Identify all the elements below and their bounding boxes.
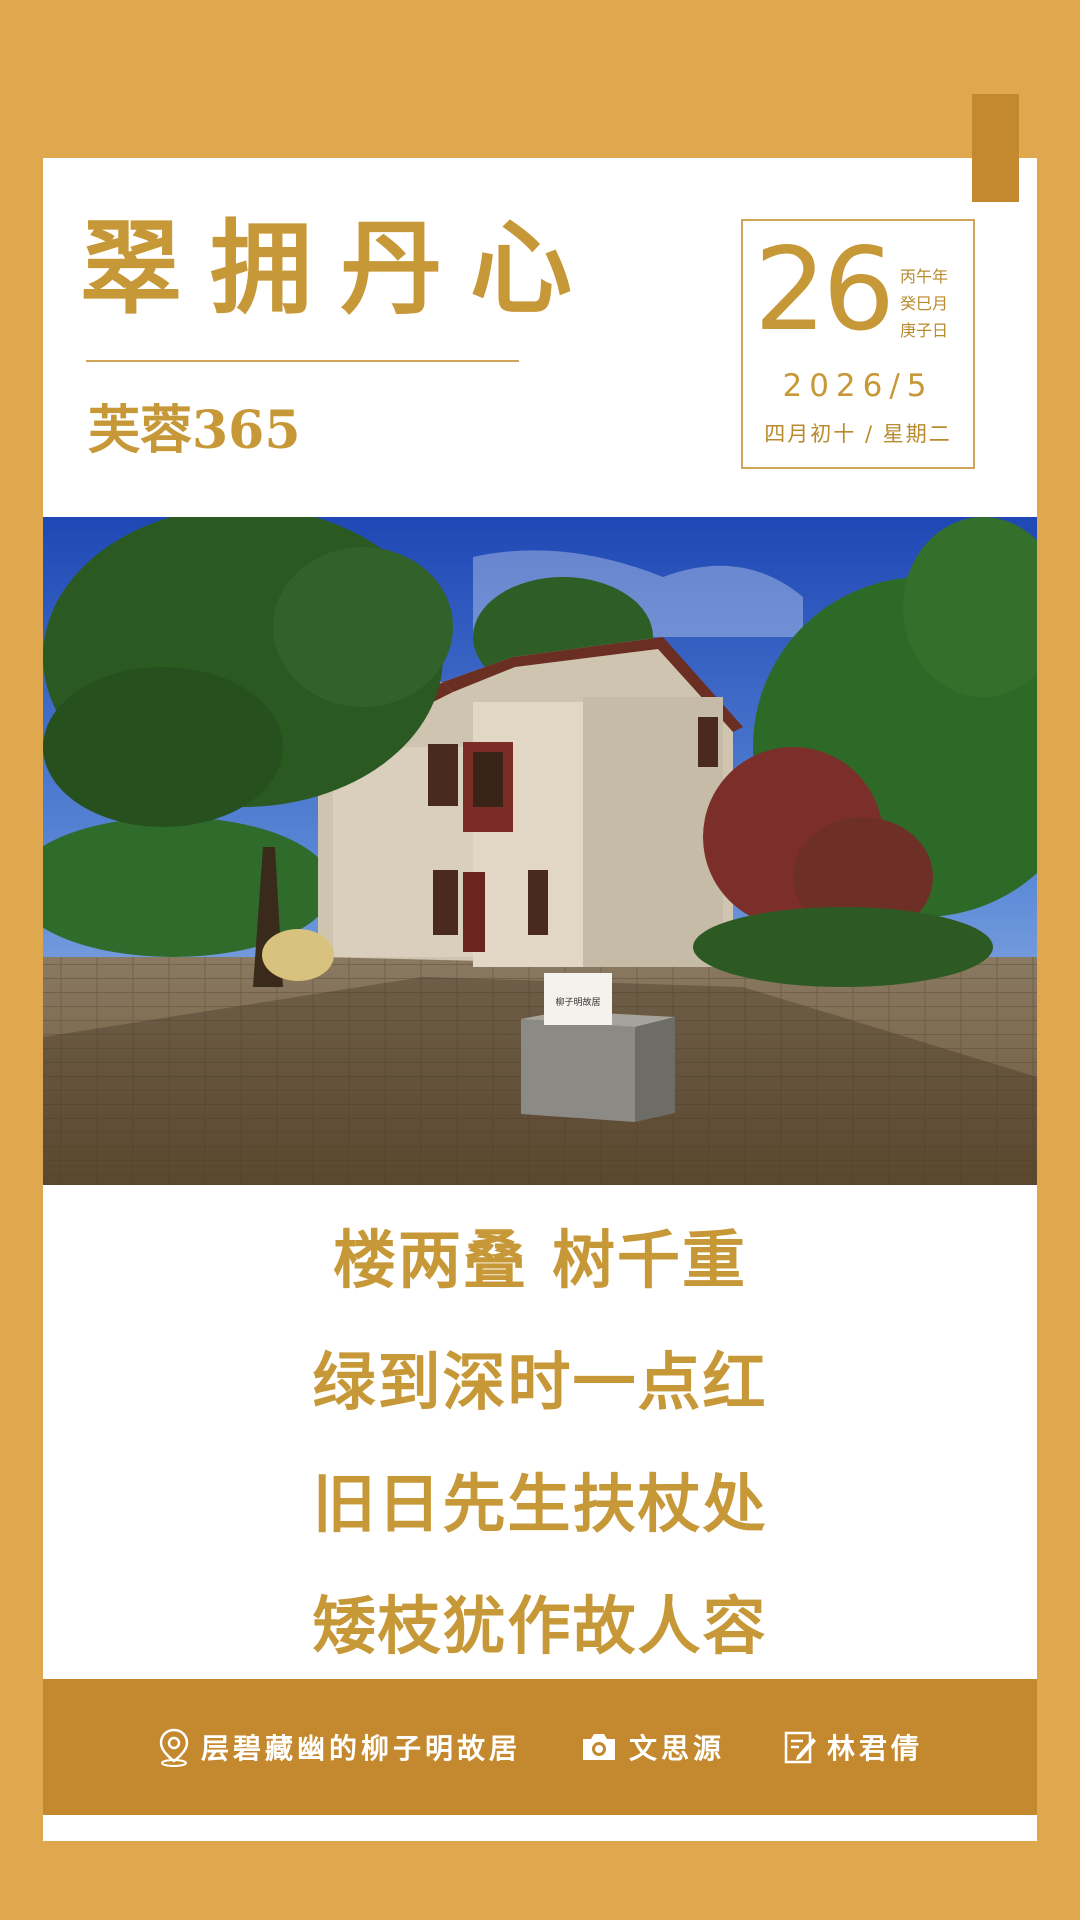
- poem-line-3: 旧日先生扶杖处: [312, 1467, 768, 1541]
- location-credit: 层碧藏幽的柳子明故居: [157, 1727, 521, 1767]
- calendar-lunar-weekday: 四月初十 / 星期二: [764, 422, 952, 446]
- photographer-credit: 文思源: [579, 1727, 725, 1767]
- location-text: 层碧藏幽的柳子明故居: [200, 1732, 521, 1765]
- poem-line-2: 绿到深时一点红: [312, 1345, 768, 1419]
- calendar-year-month: 2026/5: [782, 368, 934, 404]
- calendar-ganzhi: 丙午年 癸巳月 庚子日: [900, 263, 948, 344]
- poem: 楼两叠 树千重 绿到深时一点红 旧日先生扶杖处 矮枝犹作故人容: [43, 1210, 1037, 1698]
- ganzhi-day: 庚子日: [900, 321, 949, 340]
- plaque-text: 柳子明故居: [555, 996, 600, 1008]
- house-photo: 柳子明故居: [43, 517, 1037, 1185]
- page-title: 翠拥丹心: [80, 209, 600, 329]
- photographer-text: 文思源: [628, 1732, 725, 1765]
- title-divider: [86, 360, 519, 362]
- author-text: 林君倩: [827, 1732, 924, 1765]
- bookmark-ribbon: [972, 94, 1019, 202]
- camera-icon: [579, 1731, 619, 1763]
- poem-line-1: 楼两叠 树千重: [333, 1223, 747, 1297]
- edit-icon: [783, 1729, 817, 1765]
- location-pin-icon: [157, 1727, 191, 1767]
- credits-bar: 层碧藏幽的柳子明故居 文思源 林君倩: [43, 1679, 1037, 1815]
- calendar-box: 26 丙午年 癸巳月 庚子日 2026/5 四月初十 / 星期二: [741, 219, 975, 469]
- calendar-day: 26: [754, 223, 895, 356]
- ganzhi-year: 丙午年: [900, 267, 949, 286]
- ganzhi-month: 癸巳月: [900, 294, 949, 313]
- page-subtitle: 芙蓉365: [88, 400, 301, 461]
- author-credit: 林君倩: [783, 1727, 923, 1767]
